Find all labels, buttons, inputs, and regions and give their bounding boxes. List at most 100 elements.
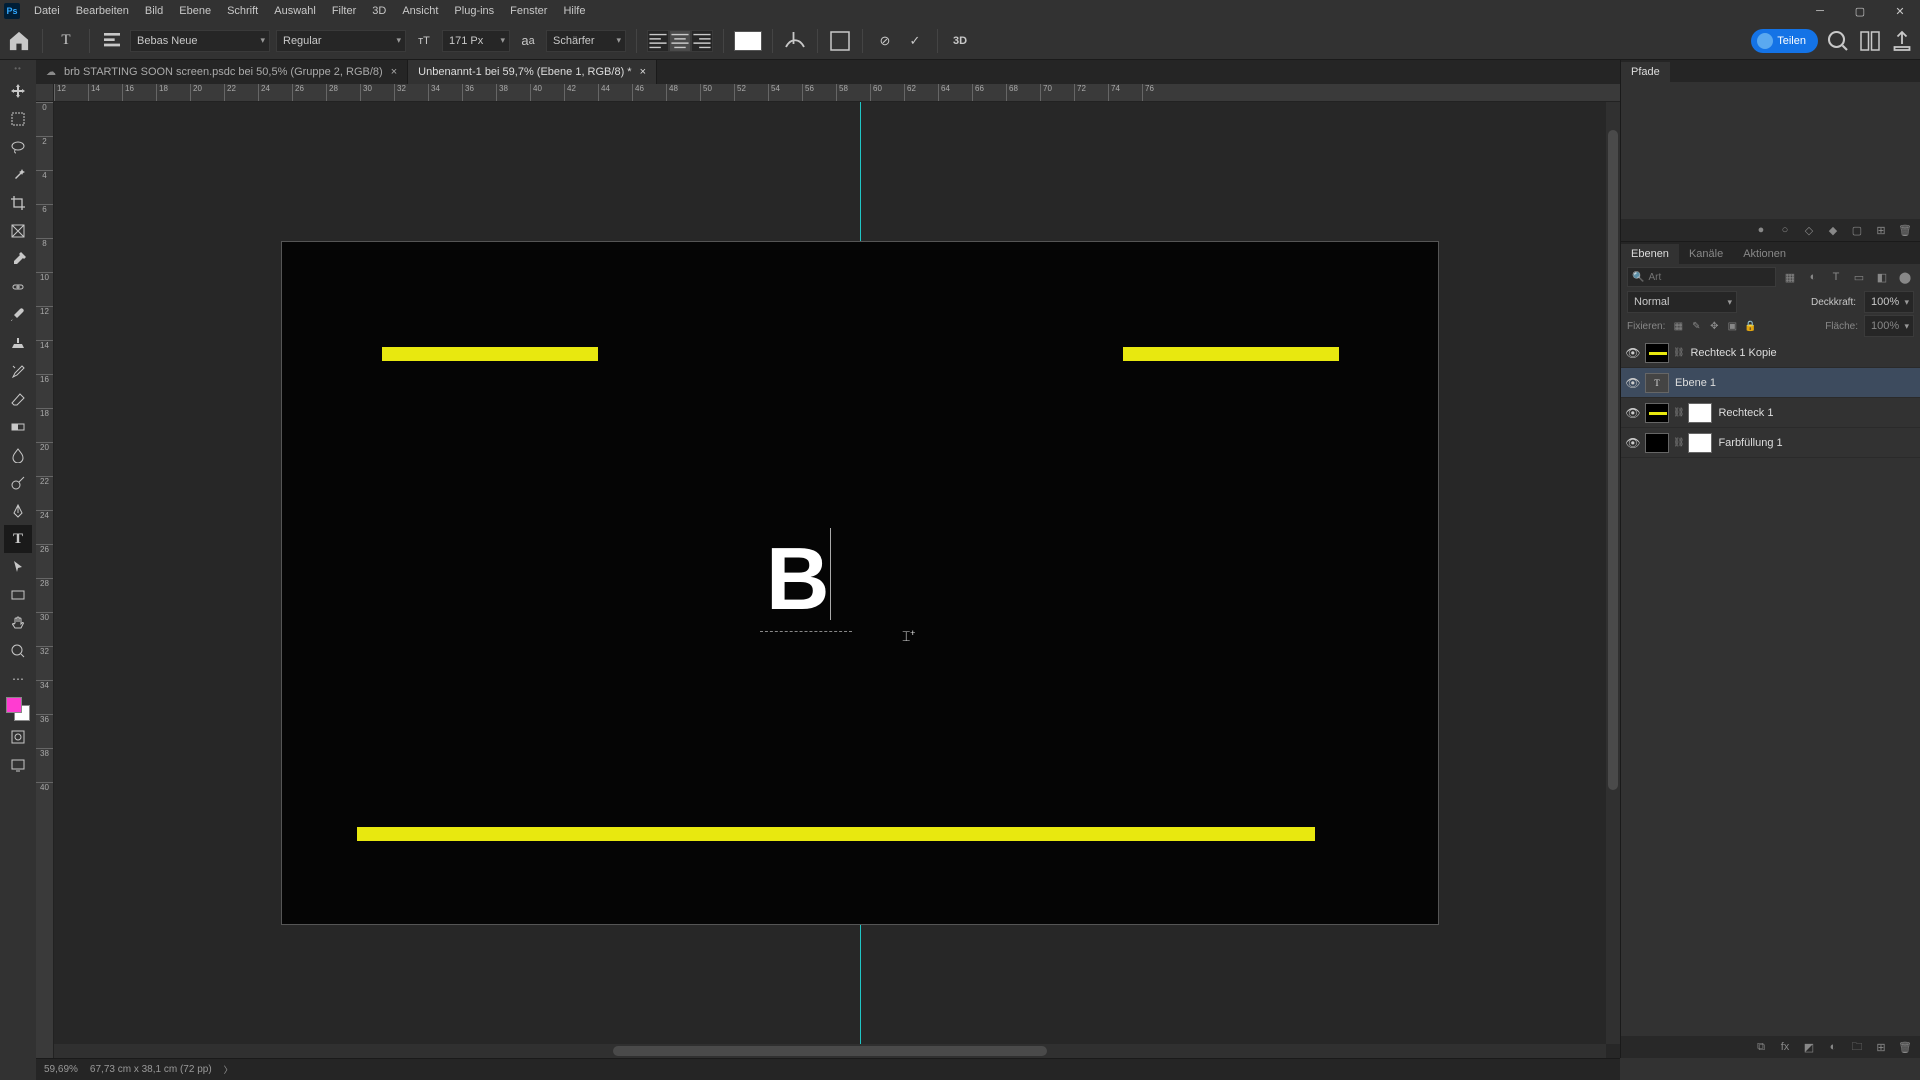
- align-right-button[interactable]: [691, 30, 713, 52]
- layer-thumb[interactable]: [1645, 433, 1669, 453]
- quick-mask-toggle[interactable]: [4, 723, 32, 751]
- vertical-scrollbar[interactable]: [1606, 102, 1620, 1044]
- filter-shape-icon[interactable]: ▭: [1850, 268, 1868, 286]
- tab-aktionen[interactable]: Aktionen: [1733, 244, 1796, 264]
- 3d-text-button[interactable]: 3D: [948, 29, 972, 53]
- visibility-toggle[interactable]: 👁: [1625, 436, 1641, 450]
- brush-tool[interactable]: [4, 301, 32, 329]
- character-panel-button[interactable]: [828, 29, 852, 53]
- eraser-tool[interactable]: [4, 385, 32, 413]
- new-layer-icon[interactable]: ⊞: [1874, 1041, 1888, 1054]
- pen-tool[interactable]: [4, 497, 32, 525]
- menu-schrift[interactable]: Schrift: [219, 2, 266, 20]
- zoom-level[interactable]: 59,69%: [44, 1064, 78, 1075]
- visibility-toggle[interactable]: 👁: [1625, 376, 1641, 390]
- add-mask-icon[interactable]: ▢: [1850, 223, 1864, 237]
- commit-edit-button[interactable]: ✓: [903, 29, 927, 53]
- load-selection-icon[interactable]: ◇: [1802, 223, 1816, 237]
- clone-stamp-tool[interactable]: [4, 329, 32, 357]
- layer-search-input[interactable]: [1648, 272, 1771, 283]
- type-tool[interactable]: T: [4, 525, 32, 553]
- color-picker[interactable]: [4, 695, 32, 723]
- layer-row[interactable]: 👁⛓Farbfüllung 1: [1621, 428, 1920, 458]
- make-workpath-icon[interactable]: ◆: [1826, 223, 1840, 237]
- share-button[interactable]: Teilen: [1751, 29, 1818, 53]
- filter-adjust-icon[interactable]: ◐: [1804, 268, 1822, 286]
- new-path-icon[interactable]: ⊞: [1874, 223, 1888, 237]
- layer-name[interactable]: Rechteck 1: [1718, 407, 1773, 419]
- maximize-button[interactable]: ▢: [1840, 0, 1880, 22]
- lasso-tool[interactable]: [4, 133, 32, 161]
- gradient-tool[interactable]: [4, 413, 32, 441]
- layer-style-icon[interactable]: fx: [1778, 1041, 1792, 1053]
- fill-path-icon[interactable]: ●: [1754, 223, 1768, 237]
- edit-toolbar[interactable]: ⋯: [4, 665, 32, 693]
- doc-tab-2[interactable]: Unbenannt-1 bei 59,7% (Ebene 1, RGB/8) *…: [408, 60, 657, 84]
- lock-all-icon[interactable]: 🔒: [1743, 321, 1757, 332]
- workspace-switcher[interactable]: [1858, 29, 1882, 53]
- tab-ebenen[interactable]: Ebenen: [1621, 244, 1679, 264]
- opacity-input[interactable]: 100%: [1864, 291, 1914, 313]
- layer-name[interactable]: Ebene 1: [1675, 377, 1716, 389]
- filter-pixel-icon[interactable]: ▦: [1781, 268, 1799, 286]
- group-layers-icon[interactable]: 🗀: [1850, 1038, 1864, 1057]
- stroke-path-icon[interactable]: ○: [1778, 223, 1792, 237]
- healing-brush-tool[interactable]: [4, 273, 32, 301]
- layer-name[interactable]: Rechteck 1 Kopie: [1690, 347, 1776, 359]
- scrollbar-thumb[interactable]: [613, 1046, 1048, 1056]
- blur-tool[interactable]: [4, 441, 32, 469]
- filter-toggle[interactable]: ⬤: [1896, 268, 1914, 286]
- close-button[interactable]: ✕: [1880, 0, 1920, 22]
- menu-plugins[interactable]: Plug-ins: [446, 2, 502, 20]
- layer-thumb[interactable]: [1645, 343, 1669, 363]
- magic-wand-tool[interactable]: [4, 161, 32, 189]
- crop-tool[interactable]: [4, 189, 32, 217]
- adjustment-layer-icon[interactable]: ◐: [1826, 1041, 1840, 1053]
- fill-input[interactable]: 100%: [1864, 315, 1914, 337]
- menu-bearbeiten[interactable]: Bearbeiten: [68, 2, 137, 20]
- scrollbar-thumb[interactable]: [1608, 130, 1618, 789]
- history-brush-tool[interactable]: [4, 357, 32, 385]
- lock-artboard-icon[interactable]: ▣: [1725, 321, 1739, 332]
- delete-path-icon[interactable]: 🗑: [1898, 223, 1912, 237]
- ruler-origin[interactable]: [36, 84, 54, 102]
- text-color-swatch[interactable]: [734, 31, 762, 51]
- frame-tool[interactable]: [4, 217, 32, 245]
- menu-3d[interactable]: 3D: [364, 2, 394, 20]
- minimize-button[interactable]: ─: [1800, 0, 1840, 22]
- path-selection-tool[interactable]: [4, 553, 32, 581]
- tool-preset-picker[interactable]: T: [53, 28, 79, 54]
- visibility-toggle[interactable]: 👁: [1625, 346, 1641, 360]
- vertical-ruler[interactable]: 0246810121416182022242628303234363840: [36, 102, 54, 1058]
- menu-ebene[interactable]: Ebene: [171, 2, 219, 20]
- menu-ansicht[interactable]: Ansicht: [394, 2, 446, 20]
- layer-mask-thumb[interactable]: [1688, 433, 1712, 453]
- hand-tool[interactable]: [4, 609, 32, 637]
- blend-mode-dropdown[interactable]: Normal: [1627, 291, 1737, 313]
- home-button[interactable]: [6, 28, 32, 54]
- anti-alias-dropdown[interactable]: Schärfer: [546, 30, 626, 52]
- layer-search[interactable]: 🔍: [1627, 267, 1776, 287]
- add-mask-icon[interactable]: ◩: [1802, 1041, 1816, 1054]
- align-left-button[interactable]: [647, 30, 669, 52]
- text-orientation-toggle[interactable]: [100, 29, 124, 53]
- lock-pixels-icon[interactable]: ✎: [1689, 321, 1703, 332]
- marquee-tool[interactable]: [4, 105, 32, 133]
- delete-layer-icon[interactable]: 🗑: [1898, 1041, 1912, 1054]
- font-style-dropdown[interactable]: Regular: [276, 30, 406, 52]
- close-tab-icon[interactable]: ×: [640, 66, 646, 78]
- canvas-viewport[interactable]: B ⌶⁺: [54, 102, 1620, 1058]
- horizontal-ruler[interactable]: 1214161820222426283032343638404244464850…: [54, 84, 1620, 102]
- eyedropper-tool[interactable]: [4, 245, 32, 273]
- menu-filter[interactable]: Filter: [324, 2, 364, 20]
- tab-pfade[interactable]: Pfade: [1621, 62, 1670, 82]
- cancel-edit-button[interactable]: ⊘: [873, 29, 897, 53]
- panel-grip[interactable]: ••: [14, 64, 22, 73]
- tab-kanaele[interactable]: Kanäle: [1679, 244, 1733, 264]
- layer-thumb[interactable]: [1645, 403, 1669, 423]
- text-layer-editing[interactable]: B: [766, 528, 852, 628]
- canvas[interactable]: B: [282, 242, 1438, 924]
- link-layers-icon[interactable]: ⧉: [1754, 1041, 1768, 1054]
- menu-bild[interactable]: Bild: [137, 2, 171, 20]
- menu-hilfe[interactable]: Hilfe: [555, 2, 593, 20]
